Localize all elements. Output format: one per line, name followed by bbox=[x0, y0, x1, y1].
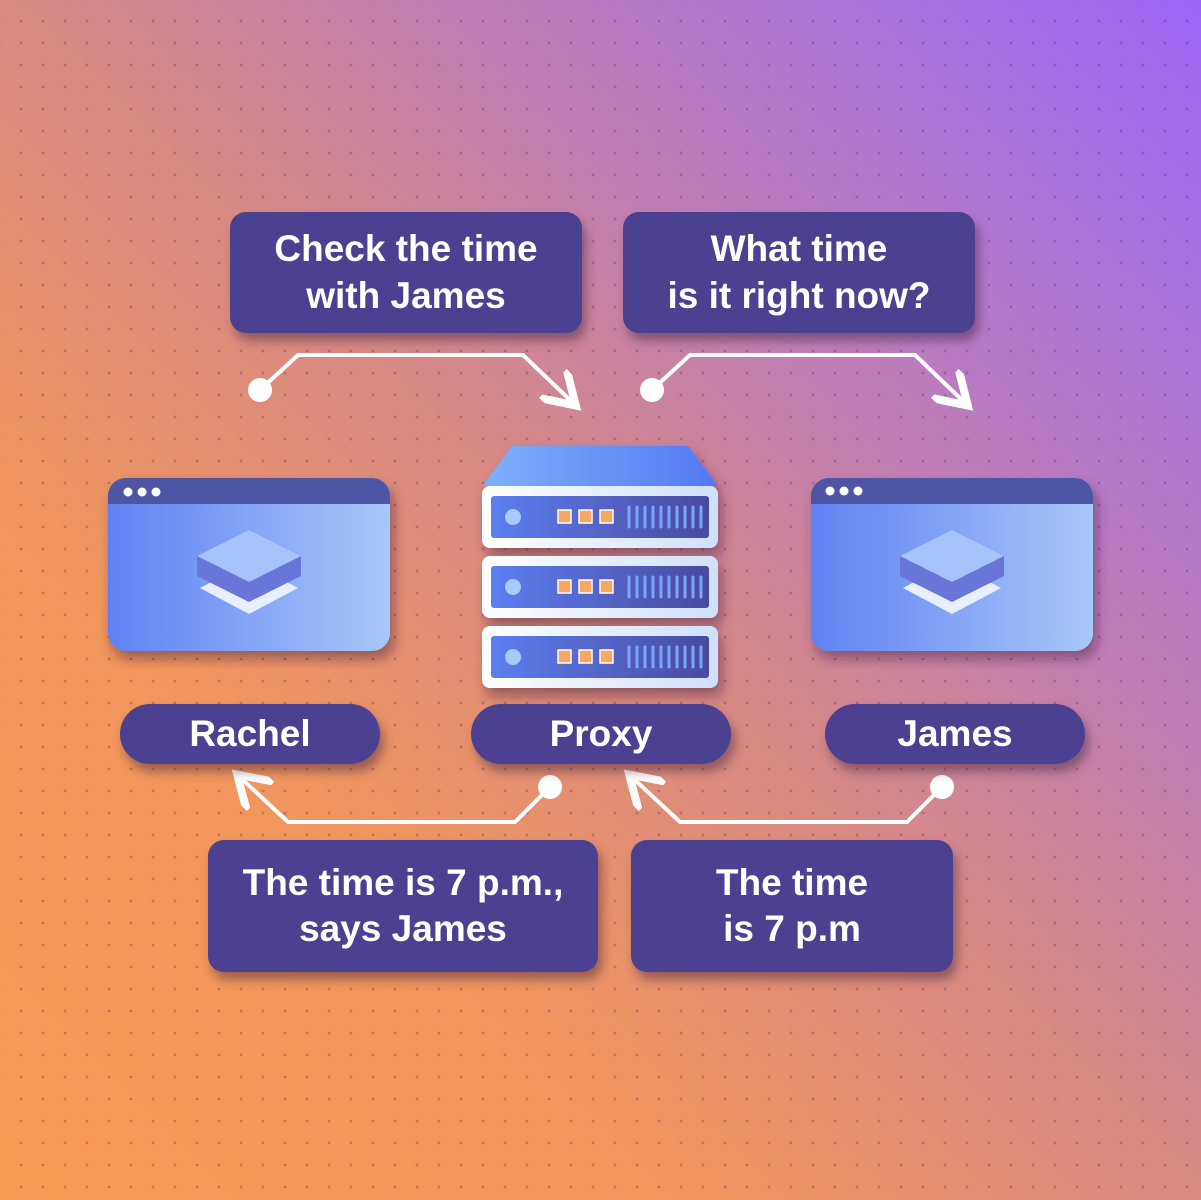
arrow-rachel-to-proxy bbox=[258, 353, 570, 400]
arrow-proxy-to-rachel bbox=[243, 780, 552, 824]
james-window-icon bbox=[811, 478, 1093, 651]
arrow-proxy-to-james bbox=[650, 353, 962, 400]
rachel-window-icon bbox=[108, 478, 390, 651]
message-response-to-rachel: The time is 7 p.m., says James bbox=[208, 840, 598, 972]
proxy-server-icon bbox=[480, 446, 720, 690]
diagram-graphics bbox=[108, 353, 1093, 824]
node-label-proxy: Proxy bbox=[471, 704, 731, 764]
arrow-james-to-proxy bbox=[635, 780, 944, 824]
message-response-from-james: The time is 7 p.m bbox=[631, 840, 953, 972]
node-label-james: James bbox=[825, 704, 1085, 764]
message-request-to-james: What time is it right now? bbox=[623, 212, 975, 333]
node-label-rachel: Rachel bbox=[120, 704, 380, 764]
message-request-to-proxy: Check the time with James bbox=[230, 212, 582, 333]
